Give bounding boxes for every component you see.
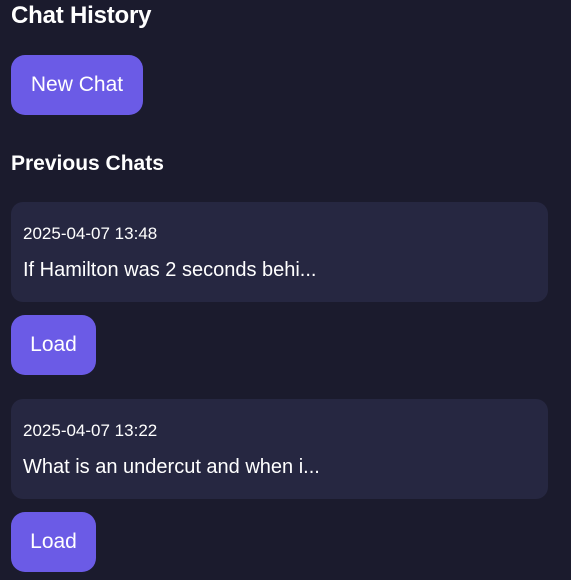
chat-entry: 2025-04-07 13:22 What is an undercut and… <box>11 399 548 572</box>
chat-list: 2025-04-07 13:48 If Hamilton was 2 secon… <box>11 202 548 572</box>
load-chat-button[interactable]: Load <box>11 512 96 572</box>
chat-timestamp: 2025-04-07 13:22 <box>23 421 158 440</box>
chat-timestamp: 2025-04-07 13:48 <box>23 224 158 243</box>
chat-card: 2025-04-07 13:48 If Hamilton was 2 secon… <box>11 202 548 302</box>
chat-preview: What is an undercut and when i... <box>23 456 320 478</box>
new-chat-button[interactable]: New Chat <box>11 55 143 115</box>
chat-history-sidebar: Chat History New Chat Previous Chats 202… <box>0 0 571 580</box>
load-chat-button[interactable]: Load <box>11 315 96 375</box>
chat-entry: 2025-04-07 13:48 If Hamilton was 2 secon… <box>11 202 548 375</box>
chat-preview: If Hamilton was 2 seconds behi... <box>23 259 317 281</box>
chat-card: 2025-04-07 13:22 What is an undercut and… <box>11 399 548 499</box>
panel-title: Chat History <box>11 2 152 29</box>
previous-chats-heading: Previous Chats <box>11 152 164 175</box>
